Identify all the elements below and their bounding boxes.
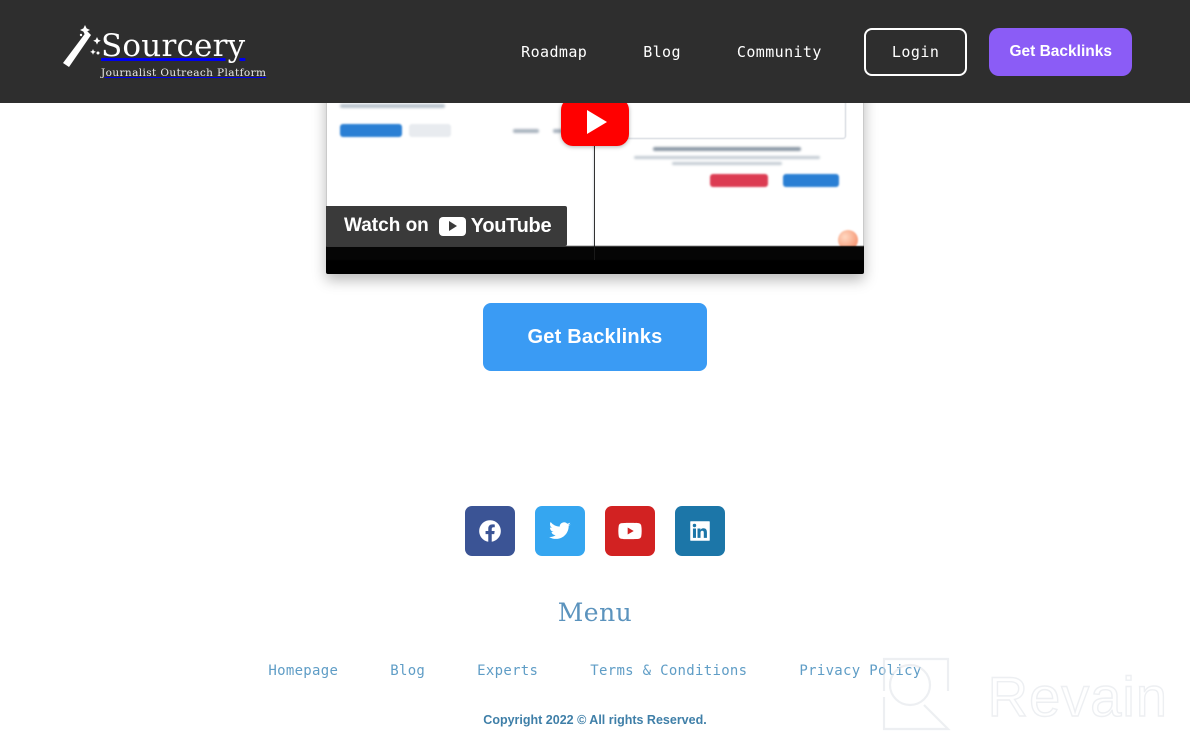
- footer-link-experts[interactable]: Experts: [477, 663, 538, 679]
- thumb-optimization-score: [608, 147, 846, 165]
- site-footer: Menu Homepage Blog Experts Terms & Condi…: [0, 598, 1190, 727]
- thumb-requirements-text: [340, 104, 446, 108]
- site-logo[interactable]: Sourcery Journalist Outreach Platform: [57, 23, 266, 81]
- footer-link-homepage[interactable]: Homepage: [268, 663, 338, 679]
- footer-heading: Menu: [557, 598, 633, 627]
- thumb-saved-button: [409, 124, 451, 137]
- footer-link-blog[interactable]: Blog: [390, 663, 425, 679]
- thumbnail-right-actions: [608, 174, 846, 187]
- main-navigation: Roadmap Blog Community Login Get Backlin…: [521, 27, 1190, 76]
- play-icon[interactable]: [561, 98, 629, 146]
- logo-tagline: Journalist Outreach Platform: [101, 66, 267, 79]
- page-root: M Half Unsent: [0, 0, 1190, 753]
- login-button[interactable]: Login: [863, 27, 968, 76]
- social-links: [0, 506, 1190, 556]
- footer-link-terms[interactable]: Terms & Conditions: [590, 663, 747, 679]
- site-header: Sourcery Journalist Outreach Platform Ro…: [0, 0, 1190, 103]
- thumb-send-pitch-button: [710, 174, 768, 187]
- logo-name: Sourcery: [101, 27, 246, 64]
- thumb-create-pitch-button: [340, 124, 402, 137]
- nav-item-blog[interactable]: Blog: [643, 43, 681, 61]
- header-get-backlinks-button[interactable]: Get Backlinks: [989, 27, 1132, 76]
- footer-navigation: Homepage Blog Experts Terms & Conditions…: [0, 663, 1190, 679]
- get-backlinks-button[interactable]: Get Backlinks: [483, 303, 707, 371]
- video-letterbox-bar: [326, 246, 864, 260]
- magic-wand-icon: [57, 23, 103, 81]
- watch-on-label: Watch on: [344, 215, 429, 236]
- thumbnail-left-actions: [340, 124, 579, 137]
- youtube-logo-icon: YouTube: [438, 214, 552, 238]
- youtube-brand-label: YouTube: [470, 214, 552, 237]
- nav-item-roadmap[interactable]: Roadmap: [521, 43, 587, 61]
- cta-section: Get Backlinks: [0, 303, 1190, 371]
- copyright-text: Copyright 2022 © All rights Reserved.: [483, 713, 707, 727]
- youtube-icon[interactable]: [605, 506, 655, 556]
- watch-on-youtube-button[interactable]: Watch on YouTube: [326, 206, 568, 246]
- nav-item-community[interactable]: Community: [737, 43, 822, 61]
- thumb-message-area: [608, 97, 846, 139]
- thumb-save-draft-button: [783, 174, 839, 187]
- facebook-icon[interactable]: [465, 506, 515, 556]
- linkedin-icon[interactable]: [675, 506, 725, 556]
- twitter-icon[interactable]: [535, 506, 585, 556]
- footer-link-privacy[interactable]: Privacy Policy: [799, 663, 921, 679]
